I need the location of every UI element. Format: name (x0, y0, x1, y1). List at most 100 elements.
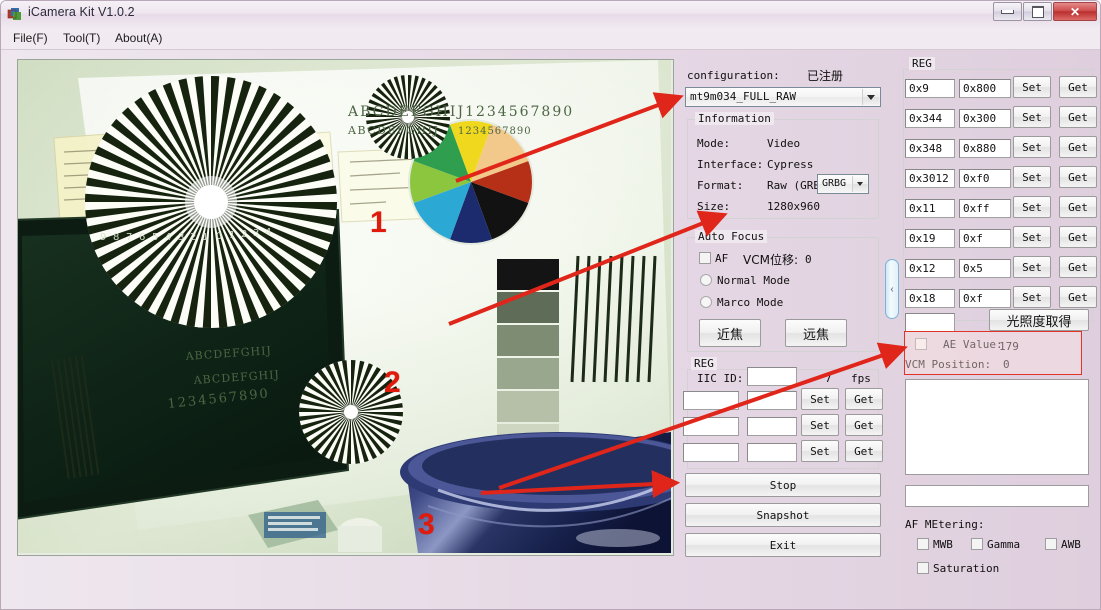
reg-extra-field[interactable] (905, 313, 955, 332)
reg-mid-addr-2[interactable] (683, 443, 739, 462)
svg-text:6: 6 (139, 232, 145, 243)
reg-addr-5[interactable]: 0x19 (905, 229, 955, 248)
reg-get-2[interactable]: Get (1059, 136, 1097, 158)
reg-set-0[interactable]: Set (1013, 76, 1051, 98)
reg-mid-set-1[interactable]: Set (801, 414, 839, 436)
af-metering-title: AF MEtering: (905, 518, 985, 531)
reg-addr-1[interactable]: 0x344 (905, 109, 955, 128)
reg-get-3[interactable]: Get (1059, 166, 1097, 188)
saturation-label: Saturation (933, 562, 1000, 575)
near-focus-button[interactable]: 近焦 (699, 319, 761, 347)
af-checkbox[interactable] (699, 252, 711, 264)
exit-button[interactable]: Exit (685, 533, 881, 557)
auto-focus-title: Auto Focus (695, 230, 768, 243)
panel-collapse-handle[interactable]: ‹ (885, 259, 899, 319)
app-window: iCamera Kit V1.0.2 ✕ File(F) Tool(T) Abo… (0, 0, 1101, 610)
reg-get-7[interactable]: Get (1059, 286, 1097, 308)
reg-mid-addr-1[interactable] (683, 417, 739, 436)
close-button[interactable]: ✕ (1053, 2, 1097, 21)
illuminance-button[interactable]: 光照度取得 (989, 309, 1089, 331)
iic-id-input[interactable] (747, 367, 797, 386)
reg-val-6[interactable]: 0x5 (959, 259, 1011, 278)
reg-mid-val-2[interactable] (747, 443, 797, 462)
reg-panel: REG 0x9 0x800 Set Get 0x344 0x300 Set Ge… (901, 57, 1097, 577)
status-input[interactable] (905, 485, 1089, 507)
saturation-checkbox[interactable] (917, 562, 929, 574)
interface-value: Cypress (767, 158, 814, 171)
minimize-button[interactable] (993, 2, 1022, 21)
ae-highlight-box (904, 331, 1082, 375)
mwb-checkbox[interactable] (917, 538, 929, 550)
reg-set-1[interactable]: Set (1013, 106, 1051, 128)
normal-mode-radio[interactable] (700, 274, 712, 286)
iic-id-label: IIC ID: (697, 372, 744, 385)
reg-val-3[interactable]: 0xf0 (959, 169, 1011, 188)
reg-set-6[interactable]: Set (1013, 256, 1051, 278)
svg-text:ABCDEFGHIJ: ABCDEFGHIJ (347, 124, 439, 137)
reg-mid-addr-0[interactable] (683, 391, 739, 410)
video-preview-panel[interactable]: 98 76 54 32 10 12 34 ABCDEFGHIJ123456789… (17, 59, 674, 556)
reg-val-2[interactable]: 0x880 (959, 139, 1011, 158)
reg-set-2[interactable]: Set (1013, 136, 1051, 158)
app-icon (7, 8, 21, 20)
reg-mid-set-0[interactable]: Set (801, 388, 839, 410)
reg-mid-val-0[interactable] (747, 391, 797, 410)
mode-label: Mode: (697, 137, 731, 150)
reg-addr-3[interactable]: 0x3012 (905, 169, 955, 188)
reg-get-4[interactable]: Get (1059, 196, 1097, 218)
log-listbox[interactable] (905, 379, 1089, 475)
reg-addr-0[interactable]: 0x9 (905, 79, 955, 98)
fps-label: fps (851, 372, 871, 385)
reg-val-0[interactable]: 0x800 (959, 79, 1011, 98)
svg-text:3: 3 (253, 228, 259, 239)
reg-addr-6[interactable]: 0x12 (905, 259, 955, 278)
normal-mode-label: Normal Mode (717, 274, 790, 287)
gamma-checkbox[interactable] (971, 538, 983, 550)
reg-get-5[interactable]: Get (1059, 226, 1097, 248)
chevron-down-icon[interactable] (852, 176, 867, 192)
marco-mode-radio[interactable] (700, 296, 712, 308)
annotation-number-3: 3 (418, 508, 435, 541)
reg-mid-get-1[interactable]: Get (845, 414, 883, 436)
reg-get-6[interactable]: Get (1059, 256, 1097, 278)
menu-item-about[interactable]: About(A) (111, 30, 166, 46)
size-label: Size: (697, 200, 731, 213)
window-title: iCamera Kit V1.0.2 (28, 5, 135, 19)
reg-val-7[interactable]: 0xf (959, 289, 1011, 308)
reg-mid-val-1[interactable] (747, 417, 797, 436)
reg-mid-get-0[interactable]: Get (845, 388, 883, 410)
format-select[interactable]: GRBG (817, 174, 869, 194)
marco-mode-label: Marco Mode (717, 296, 784, 309)
svg-text:4: 4 (165, 232, 171, 243)
reg-set-7[interactable]: Set (1013, 286, 1051, 308)
format-label: Format: (697, 179, 744, 192)
configuration-select[interactable]: mt9m034_FULL_RAW (685, 87, 881, 107)
chevron-down-icon[interactable] (862, 89, 879, 105)
reg-mid-set-2[interactable]: Set (801, 440, 839, 462)
reg-addr-2[interactable]: 0x348 (905, 139, 955, 158)
reg-addr-7[interactable]: 0x18 (905, 289, 955, 308)
reg-get-1[interactable]: Get (1059, 106, 1097, 128)
snapshot-button[interactable]: Snapshot (685, 503, 881, 527)
awb-checkbox[interactable] (1045, 538, 1057, 550)
far-focus-button[interactable]: 远焦 (785, 319, 847, 347)
reg-val-1[interactable]: 0x300 (959, 109, 1011, 128)
maximize-button[interactable] (1023, 2, 1052, 21)
reg-val-4[interactable]: 0xff (959, 199, 1011, 218)
stop-button[interactable]: Stop (685, 473, 881, 497)
close-icon: ✕ (1069, 4, 1081, 19)
menu-item-tool[interactable]: Tool(T) (59, 30, 104, 46)
menu-item-file[interactable]: File(F) (9, 30, 52, 46)
reg-set-4[interactable]: Set (1013, 196, 1051, 218)
svg-text:4: 4 (265, 227, 271, 238)
svg-text:2: 2 (241, 229, 247, 240)
reg-val-5[interactable]: 0xf (959, 229, 1011, 248)
configuration-label: configuration: (687, 69, 780, 82)
reg-mid-get-2[interactable]: Get (845, 440, 883, 462)
fps-number: 7 (825, 372, 832, 385)
reg-get-0[interactable]: Get (1059, 76, 1097, 98)
reg-set-5[interactable]: Set (1013, 226, 1051, 248)
reg-addr-4[interactable]: 0x11 (905, 199, 955, 218)
mode-value: Video (767, 137, 801, 150)
reg-set-3[interactable]: Set (1013, 166, 1051, 188)
